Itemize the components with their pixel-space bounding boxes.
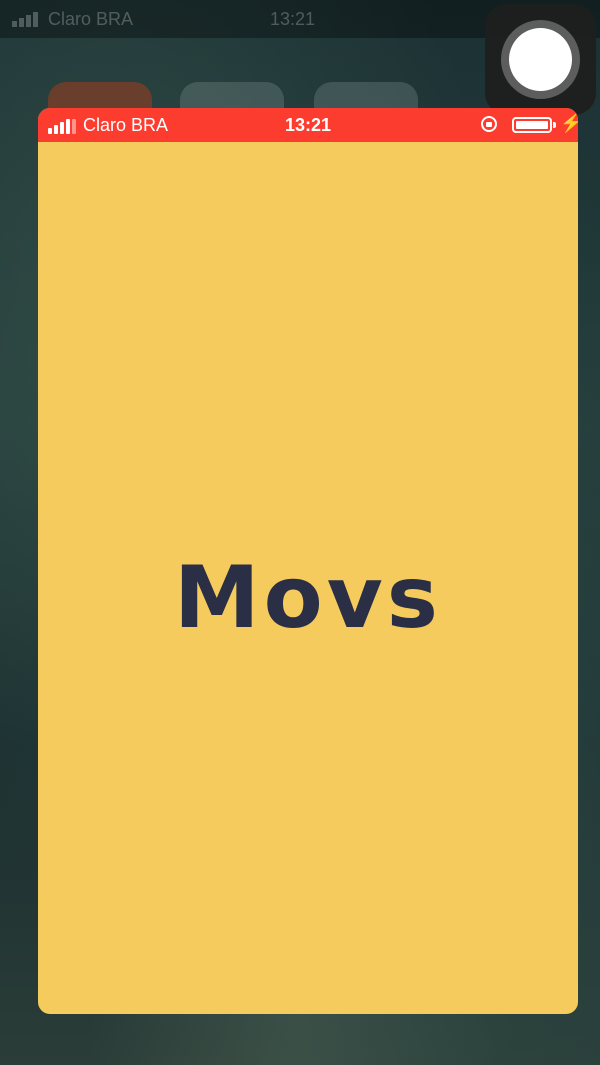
background-carrier: Claro BRA	[48, 9, 134, 29]
background-time: 13:21	[270, 9, 316, 29]
app-logo: Movs	[174, 548, 442, 648]
assistive-touch-icon	[509, 28, 572, 91]
app-status-bar: Claro BRA 13:21 ⚡	[38, 108, 578, 142]
app-splash-card[interactable]: Claro BRA 13:21 ⚡ Movs	[38, 108, 578, 1014]
assistive-touch-button[interactable]	[485, 4, 596, 115]
status-time: 13:21	[284, 115, 332, 135]
battery-icon	[512, 117, 552, 133]
background-signal-icon	[12, 12, 38, 27]
rotation-lock-icon	[481, 116, 497, 132]
charging-icon: ⚡	[560, 113, 578, 133]
battery-tip	[553, 122, 556, 128]
